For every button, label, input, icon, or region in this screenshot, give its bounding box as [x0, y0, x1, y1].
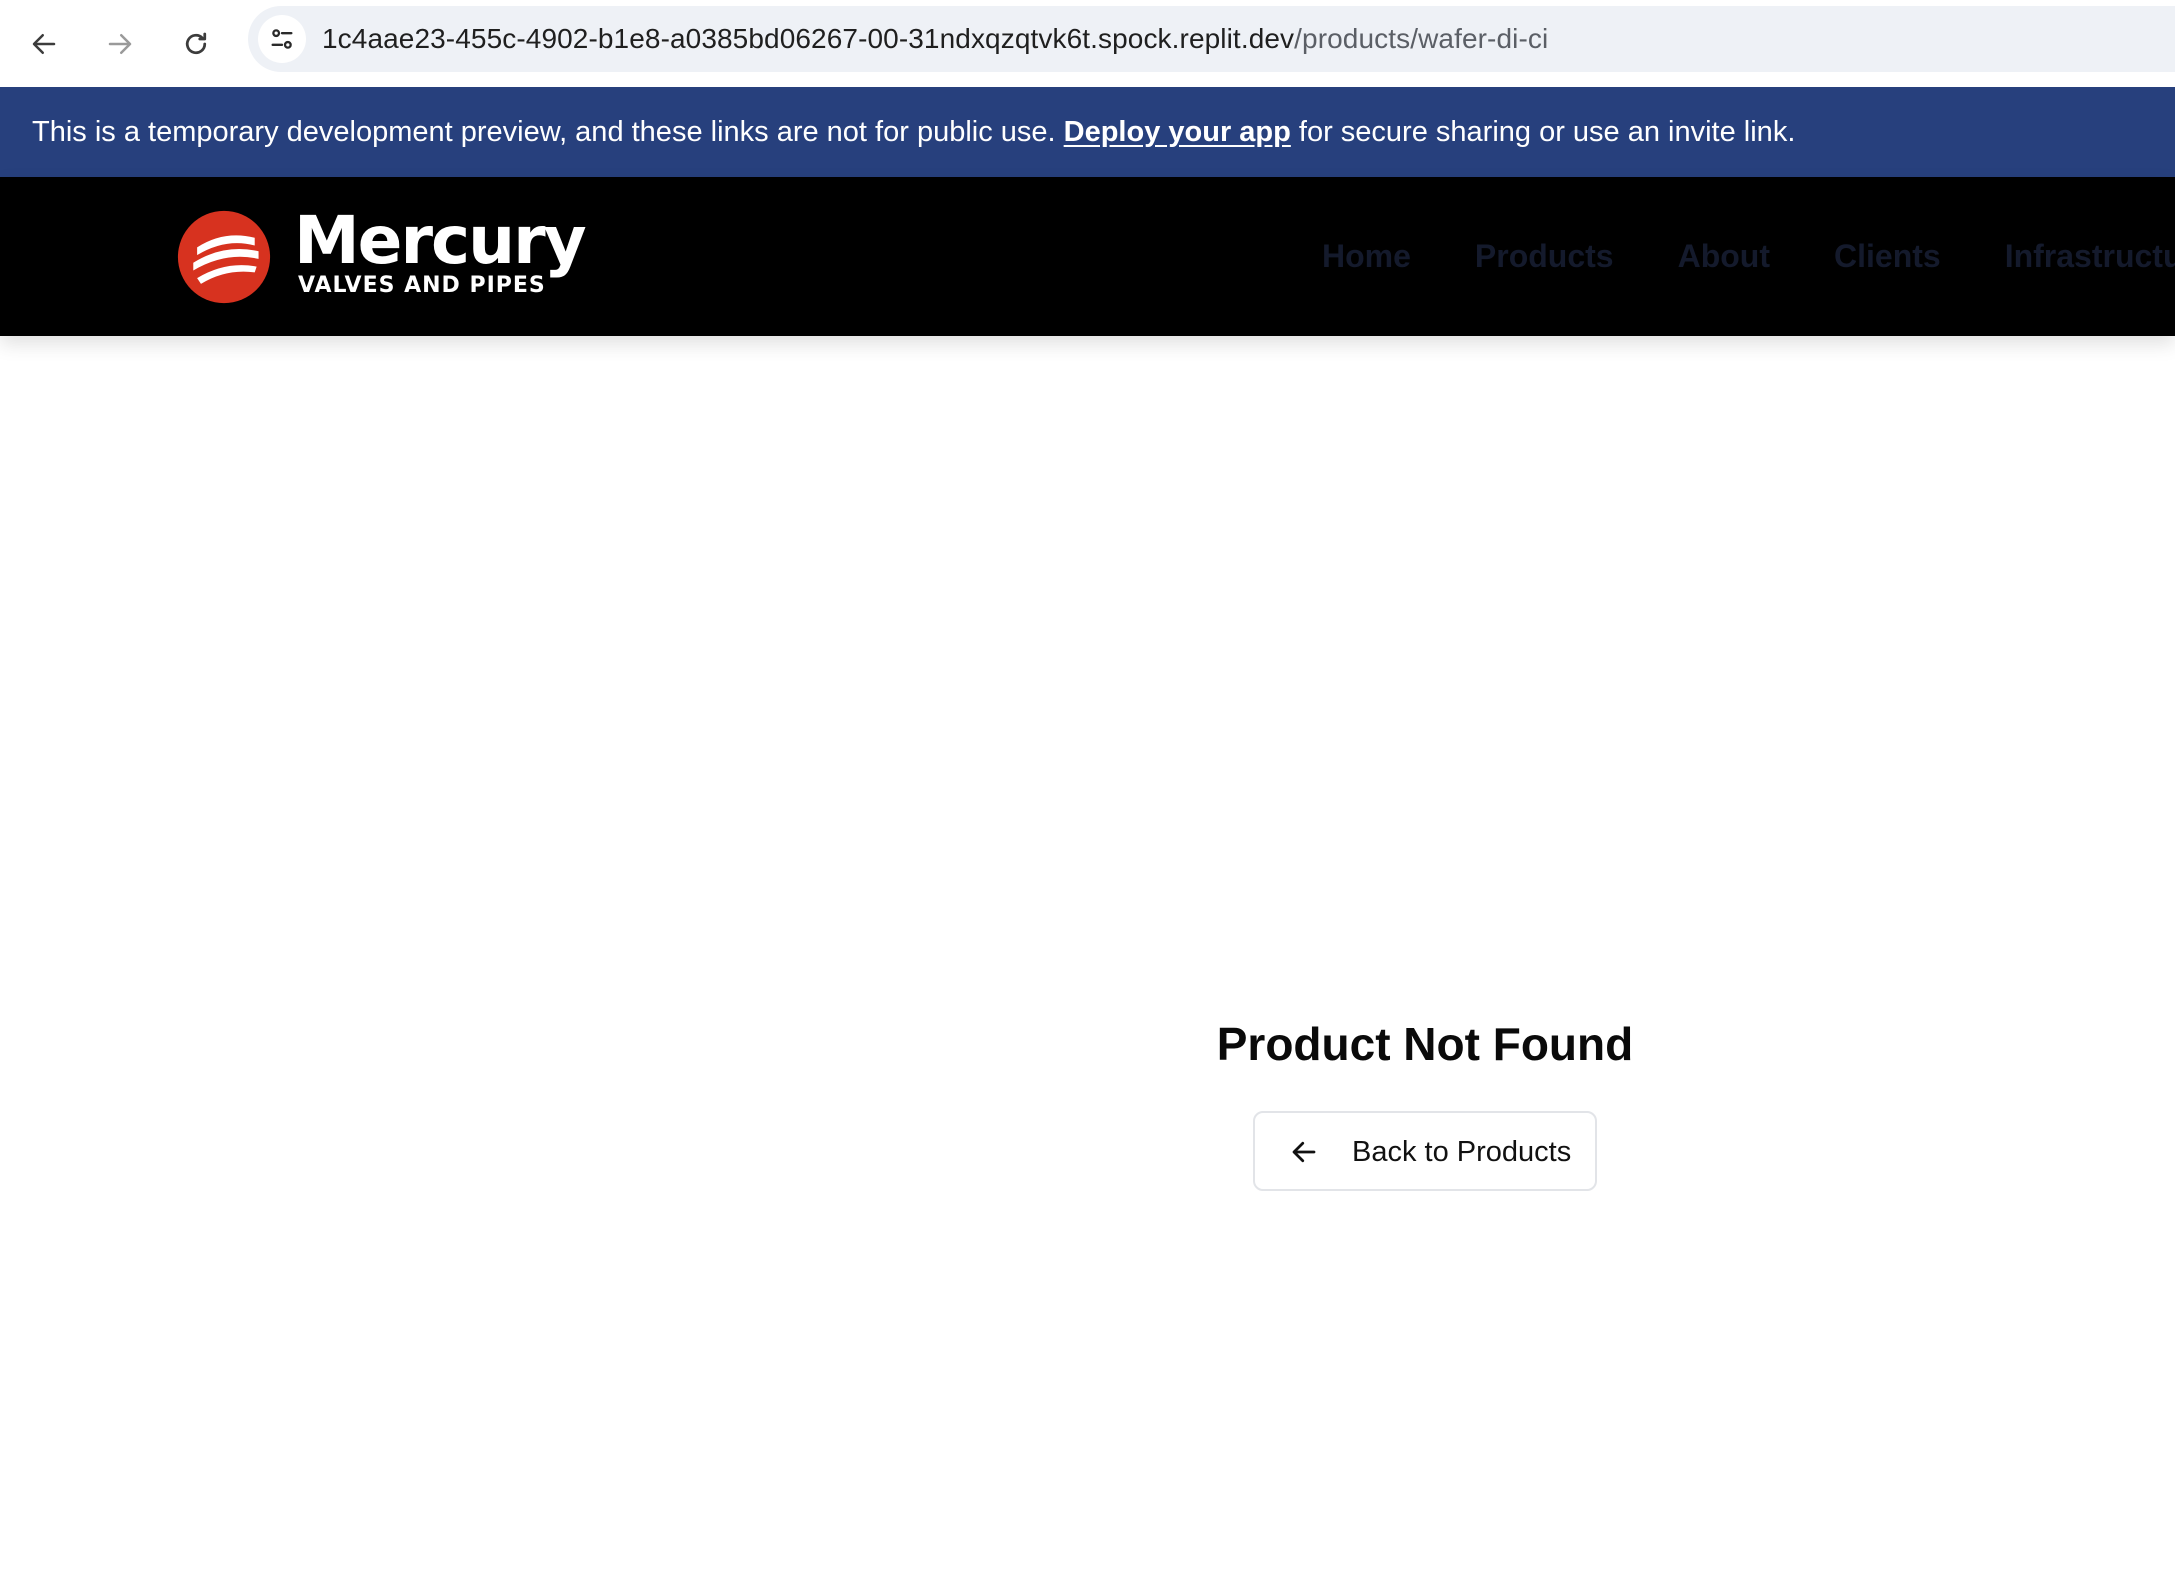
browser-toolbar: 1c4aae23-455c-4902-b1e8-a0385bd06267-00-…: [0, 0, 2175, 87]
arrow-right-icon: [108, 34, 132, 54]
nav-home[interactable]: Home: [1322, 238, 1411, 275]
arrow-left-icon: [32, 34, 56, 54]
nav-products[interactable]: Products: [1475, 238, 1614, 275]
dev-preview-banner: This is a temporary development preview,…: [0, 87, 2175, 177]
tune-icon: [271, 29, 293, 49]
deploy-app-link[interactable]: Deploy your app: [1064, 116, 1291, 148]
main-content: Product Not Found Back to Products: [0, 336, 2175, 1578]
browser-reload-button[interactable]: [168, 16, 224, 72]
mercury-logo[interactable]: Mercury VALVES AND PIPES: [176, 202, 596, 307]
nav-about[interactable]: About: [1678, 238, 1770, 275]
arrow-left-icon: [1292, 1141, 1316, 1163]
nav-infrastructure[interactable]: Infrastructure: [2005, 238, 2175, 275]
site-header: Mercury VALVES AND PIPES Home Products A…: [0, 177, 2175, 336]
back-button-label: Back to Products: [1352, 1136, 1572, 1168]
site-info-button[interactable]: [258, 15, 306, 63]
url-path: /products/wafer-di-ci: [1294, 23, 1549, 54]
nav-clients[interactable]: Clients: [1834, 238, 1941, 275]
logo-wordmark: Mercury: [294, 202, 587, 279]
address-bar[interactable]: 1c4aae23-455c-4902-b1e8-a0385bd06267-00-…: [248, 6, 2175, 72]
reload-icon: [185, 32, 207, 55]
browser-forward-button[interactable]: [92, 16, 148, 72]
banner-text-after: for secure sharing or use an invite link…: [1290, 116, 1796, 148]
logo-tagline: VALVES AND PIPES: [298, 273, 546, 298]
logo-mark-icon: [177, 210, 271, 304]
url-host: 1c4aae23-455c-4902-b1e8-a0385bd06267-00-…: [322, 23, 1295, 54]
url-text[interactable]: 1c4aae23-455c-4902-b1e8-a0385bd06267-00-…: [322, 23, 1548, 55]
main-nav: Home Products About Clients Infrastructu…: [1322, 177, 2175, 336]
browser-back-button[interactable]: [16, 16, 72, 72]
banner-text-before: This is a temporary development preview,…: [32, 116, 1064, 148]
back-to-products-button[interactable]: Back to Products: [1253, 1111, 1597, 1191]
page-title: Product Not Found: [1216, 1018, 1634, 1070]
